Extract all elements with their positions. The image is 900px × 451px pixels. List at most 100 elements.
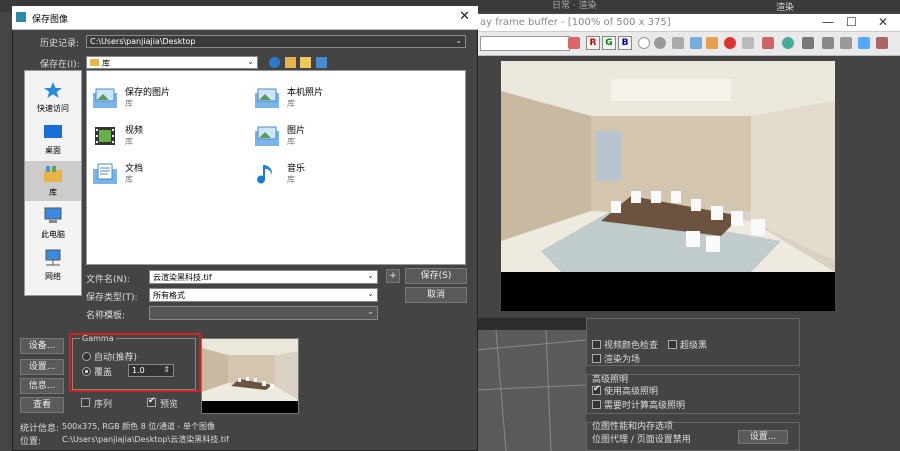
file-list[interactable]: 保存的图片 库 本机照片 库 视频 库 图片 库 文档 库 音乐 库 [86,70,466,265]
use-advanced-lighting-label: 使用高级照明 [604,387,659,397]
stamp-icon[interactable] [802,37,814,49]
history-label: 历史记录: [40,39,80,49]
render-icon[interactable] [876,37,888,49]
save-in-value: 库 [102,59,110,68]
compute-advanced-lighting-checkbox[interactable] [592,400,601,409]
location-value: C:\Users\panjiajia\Desktop\云渲染黑科技.tif [62,435,229,444]
place-quick-access[interactable]: 快速访问 [25,77,81,117]
clear-icon[interactable] [724,37,736,49]
file-type: 库 [287,175,295,184]
list-item[interactable]: 音乐 库 [255,159,405,191]
bitmap-proxy-label: 位图代理 / 页面设置禁用 [592,435,691,445]
mono-icon[interactable] [654,37,666,49]
use-advanced-lighting-checkbox[interactable] [592,384,601,395]
file-name: 图片 [287,126,306,136]
up-folder-icon[interactable] [285,57,296,68]
template-label: 名称模板: [86,311,126,321]
computer-icon [44,207,62,223]
pictures-folder-icon [255,88,279,108]
places-bar: 快速访问 桌面 库 此电脑 网络 [24,70,82,296]
video-folder-icon [95,127,115,145]
file-name: 文档 [125,164,144,174]
back-icon[interactable] [269,57,280,68]
new-folder-icon[interactable] [300,57,311,68]
stats-value: 500x375, RGB 颜色 8 位/通道 - 单个图像 [62,422,215,431]
filetype-label: 保存类型(T): [86,293,138,303]
template-dropdown[interactable]: ⌄ [149,306,378,320]
filetype-dropdown[interactable]: 所有格式 ⌄ [149,288,378,302]
video-color-check-label: 视频颜色检查 [604,341,659,351]
scene-viewport[interactable] [475,329,587,451]
track-mouse-icon[interactable] [762,37,774,49]
history-icon[interactable] [840,37,852,49]
frame-buffer-titlebar: ay frame buffer - [100% of 500 x 375] — … [476,14,900,32]
list-item[interactable]: 视频 库 [93,121,243,153]
region-icon[interactable] [742,37,754,49]
alpha-icon[interactable] [638,37,650,49]
close-icon[interactable]: ✕ [878,15,888,29]
blue-channel-button[interactable]: B [618,36,632,50]
filename-label: 文件名(N): [86,275,130,285]
frame-buffer-title: ay frame buffer - [100% of 500 x 375] [480,17,671,28]
star-icon [44,82,62,98]
place-library[interactable]: 库 [25,161,81,201]
add-button[interactable]: + [386,269,400,283]
location-label: 位置: [20,437,42,447]
history-dropdown[interactable]: C:\Users\panjiajia\Desktop ⌄ [86,35,466,48]
video-color-check-checkbox[interactable] [592,340,601,349]
super-black-checkbox[interactable] [668,340,677,349]
green-channel-button[interactable]: G [602,36,616,50]
bitmap-settings-button[interactable]: 设置... [738,430,788,444]
maximize-icon[interactable]: ☐ [846,15,857,29]
save-in-dropdown[interactable]: 库 ⌄ [86,56,258,69]
save-button[interactable]: 保存(S) [405,268,467,284]
folder-icon[interactable] [706,37,718,49]
view-button[interactable]: 查看 [20,397,64,413]
list-item[interactable]: 本机照片 库 [255,83,405,115]
stats-label: 统计信息: [20,424,60,434]
file-type: 库 [125,99,133,108]
info-icon[interactable] [858,37,870,49]
sequence-checkbox[interactable] [81,398,90,407]
place-network[interactable]: 网络 [25,245,81,285]
save-icon[interactable] [672,37,684,49]
super-black-label: 超级黑 [680,341,708,351]
devices-button[interactable]: 设备... [20,338,64,354]
app-icon [16,12,26,22]
file-type: 库 [287,99,295,108]
save-in-label: 保存在(I): [40,60,80,70]
info-button[interactable]: 信息... [20,378,64,394]
compute-advanced-lighting-label: 需要时计算高级照明 [604,401,686,411]
red-channel-button[interactable]: R [586,36,600,50]
top-label: 日常 · 渲染 [552,1,597,11]
duplicate-icon[interactable] [690,37,702,49]
filename-input[interactable]: 云渲染黑科技.tif ⌄ [149,270,378,284]
minimize-icon[interactable]: — [822,15,834,29]
list-item[interactable]: 保存的图片 库 [93,83,243,115]
place-this-pc[interactable]: 此电脑 [25,203,81,243]
list-item[interactable]: 文档 库 [93,159,243,191]
place-desktop[interactable]: 桌面 [25,119,81,159]
pictures-folder-icon [255,126,279,146]
lens-icon[interactable] [782,37,794,49]
render-to-fields-checkbox[interactable] [592,354,601,363]
color-picker-icon[interactable] [568,37,580,49]
chevron-down-icon: ⌄ [367,289,374,298]
cancel-button[interactable]: 取消 [405,287,467,303]
file-type: 库 [125,137,133,146]
file-name: 本机照片 [287,88,324,98]
filename-value: 云渲染黑科技.tif [153,273,212,282]
setup-button[interactable]: 设置... [20,359,64,375]
view-menu-icon[interactable] [316,57,327,68]
lut-icon[interactable] [822,37,834,49]
file-type: 库 [287,137,295,146]
close-icon[interactable]: ✕ [459,9,470,24]
history-value: C:\Users\panjiajia\Desktop [90,37,196,46]
place-label: 库 [49,188,57,197]
documents-folder-icon [93,163,117,184]
channel-dropdown[interactable] [480,36,570,51]
preview-checkbox[interactable] [147,396,156,407]
place-label: 此电脑 [41,230,65,239]
file-name: 视频 [125,126,144,136]
list-item[interactable]: 图片 库 [255,121,405,153]
